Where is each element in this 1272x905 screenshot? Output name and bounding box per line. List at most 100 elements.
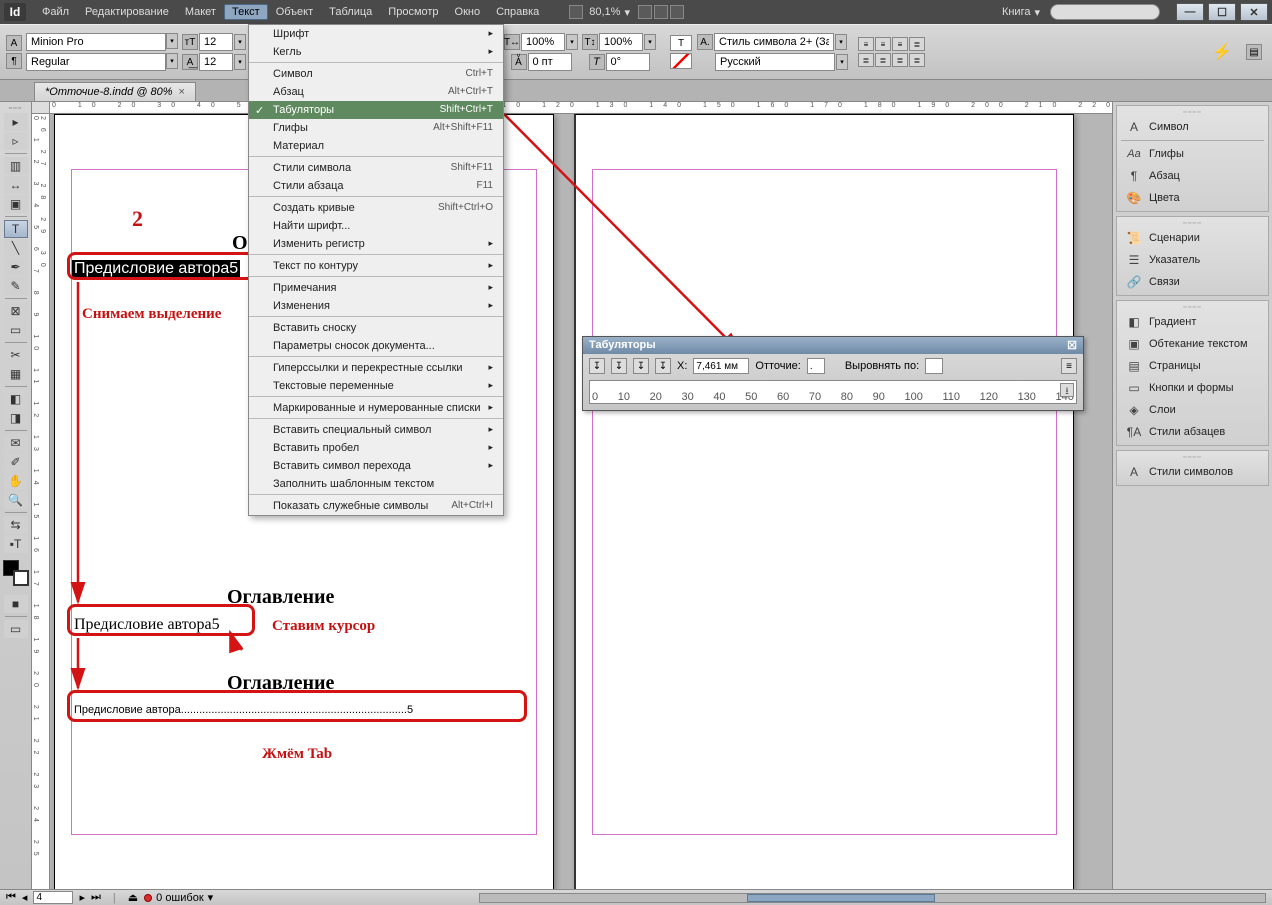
- rectangle-frame-tool[interactable]: ⊠: [4, 302, 28, 320]
- hscale-input[interactable]: [521, 33, 565, 51]
- panel-para-styles[interactable]: ¶AСтили абзацев: [1117, 421, 1268, 443]
- direct-selection-tool[interactable]: ▹: [4, 132, 28, 150]
- charstyle-input[interactable]: [714, 33, 834, 51]
- menu-insert-footnote[interactable]: Вставить сноску: [249, 319, 503, 337]
- menu-object[interactable]: Объект: [268, 4, 321, 20]
- type-tool[interactable]: T: [4, 220, 28, 238]
- menu-find-font[interactable]: Найти шрифт...: [249, 217, 503, 235]
- align-justify-button[interactable]: ≣: [909, 37, 925, 51]
- menu-window[interactable]: Окно: [447, 4, 489, 20]
- scrollbar-thumb[interactable]: [747, 894, 935, 902]
- menu-view[interactable]: Просмотр: [380, 4, 446, 20]
- menu-char-styles[interactable]: Стили символаShift+F11: [249, 159, 503, 177]
- fill-swatch[interactable]: T: [670, 35, 692, 51]
- menu-help[interactable]: Справка: [488, 4, 547, 20]
- align-justify-right-button[interactable]: ≣: [892, 53, 908, 67]
- menu-ins-break[interactable]: Вставить символ перехода▸: [249, 457, 503, 475]
- dropdown-arrow-icon[interactable]: ▾: [835, 34, 847, 50]
- menu-changes[interactable]: Изменения▸: [249, 297, 503, 317]
- font-style-input[interactable]: [26, 53, 166, 71]
- arrange-button[interactable]: [654, 5, 668, 19]
- open-button[interactable]: ⏏: [128, 891, 138, 904]
- tab-right-align-button[interactable]: ↧: [633, 358, 649, 374]
- vertical-ruler[interactable]: 0 1 2 3 4 5 6 7 8 9 10 11 12 13 14 15 16…: [32, 114, 50, 889]
- align-right-button[interactable]: ≡: [892, 37, 908, 51]
- panel-paragraph[interactable]: ¶Абзац: [1117, 165, 1268, 187]
- panel-colors[interactable]: 🎨Цвета: [1117, 187, 1268, 209]
- menu-notes[interactable]: Примечания▸: [249, 279, 503, 297]
- panel-grip[interactable]: ┉┉┉┉: [1117, 453, 1268, 461]
- page-nav-first[interactable]: ⏮: [6, 891, 16, 904]
- menu-fill-placeholder[interactable]: Заполнить шаблонным текстом: [249, 475, 503, 495]
- workspace-switcher[interactable]: Книга ▾: [1002, 6, 1040, 19]
- preflight-status[interactable]: 0 ошибок ▾: [144, 891, 213, 904]
- tabs-panel[interactable]: Табуляторы ☒ ↧ ↧ ↧ ↧ X: Отточие: Выровня…: [582, 336, 1084, 411]
- content-collector-tool[interactable]: ▣: [4, 195, 28, 213]
- leading-input[interactable]: [199, 53, 233, 71]
- tab-x-input[interactable]: [693, 358, 749, 374]
- lang-input[interactable]: [715, 53, 835, 71]
- close-icon[interactable]: ☒: [1067, 339, 1077, 352]
- stroke-swatch[interactable]: [670, 53, 692, 69]
- menu-text[interactable]: Текст: [224, 4, 268, 20]
- close-button[interactable]: ✕: [1240, 3, 1268, 21]
- zoom-display[interactable]: 80,1% ▾: [589, 6, 630, 19]
- para-format-icon[interactable]: ¶: [6, 53, 22, 69]
- menu-edit[interactable]: Редактирование: [77, 4, 177, 20]
- skew-input[interactable]: [606, 53, 650, 71]
- menu-on-path[interactable]: Текст по контуру▸: [249, 257, 503, 277]
- zoom-tool[interactable]: 🔍: [4, 491, 28, 509]
- page-nav-next[interactable]: ▸: [79, 891, 85, 904]
- selection-tool[interactable]: ▸: [4, 113, 28, 131]
- menu-table[interactable]: Таблица: [321, 4, 380, 20]
- scissors-tool[interactable]: ✂: [4, 346, 28, 364]
- panel-menu-icon[interactable]: ≡: [1061, 358, 1077, 374]
- panel-character[interactable]: AСимвол: [1117, 116, 1268, 138]
- panel-grip[interactable]: ┉┉┉┉: [1117, 108, 1268, 116]
- menu-layout[interactable]: Макет: [177, 4, 224, 20]
- screen-mode-button[interactable]: [638, 5, 652, 19]
- align-left-button[interactable]: ≡: [858, 37, 874, 51]
- dropdown-arrow-icon[interactable]: ▾: [166, 53, 178, 69]
- tabs-panel-title[interactable]: Табуляторы ☒: [583, 337, 1083, 354]
- gap-tool[interactable]: ↔: [4, 176, 28, 194]
- note-tool[interactable]: ✉: [4, 434, 28, 452]
- dropdown-arrow-icon[interactable]: ▾: [836, 54, 848, 70]
- snap-above-frame-button[interactable]: ⭳: [1060, 383, 1074, 397]
- dropdown-arrow-icon[interactable]: ▾: [234, 34, 246, 50]
- eyedropper-tool[interactable]: ✐: [4, 453, 28, 471]
- panel-grip[interactable]: ┉┉┉┉: [1117, 303, 1268, 311]
- fill-stroke-toggle[interactable]: ⇆: [4, 516, 28, 534]
- rectangle-tool[interactable]: ▭: [4, 321, 28, 339]
- quick-apply-icon[interactable]: ⚡: [929, 42, 1242, 62]
- horizontal-ruler[interactable]: 0 10 20 30 40 50 60 70 80 90 100 110 120…: [50, 102, 1112, 114]
- menu-ins-special[interactable]: Вставить специальный символ▸: [249, 421, 503, 439]
- menu-footnote-opts[interactable]: Параметры сносок документа...: [249, 337, 503, 357]
- panel-grip[interactable]: ┉┉┉: [2, 104, 30, 112]
- menu-font[interactable]: Шрифт▸: [249, 25, 503, 43]
- menu-hyperlinks[interactable]: Гиперссылки и перекрестные ссылки▸: [249, 359, 503, 377]
- panel-menu-icon[interactable]: ▤: [1246, 44, 1262, 60]
- panel-layers[interactable]: ◈Слои: [1117, 399, 1268, 421]
- align-justify-left-button[interactable]: ≣: [858, 53, 874, 67]
- tab-leader-input[interactable]: [807, 358, 825, 374]
- menu-textvars[interactable]: Текстовые переменные▸: [249, 377, 503, 397]
- baseline-input[interactable]: [528, 53, 572, 71]
- menu-outlines[interactable]: Создать кривыеShift+Ctrl+O: [249, 199, 503, 217]
- panel-pages[interactable]: ▤Страницы: [1117, 355, 1268, 377]
- panel-index[interactable]: ☰Указатель: [1117, 249, 1268, 271]
- menu-show-hidden[interactable]: Показать служебные символыAlt+Ctrl+I: [249, 497, 503, 515]
- screen-mode-tool[interactable]: ▭: [4, 620, 28, 638]
- panel-links[interactable]: 🔗Связи: [1117, 271, 1268, 293]
- dropdown-arrow-icon[interactable]: ▾: [566, 34, 578, 50]
- panel-char-styles[interactable]: AСтили символов: [1117, 461, 1268, 483]
- panel-scripts[interactable]: 📜Сценарии: [1117, 227, 1268, 249]
- page-nav-prev[interactable]: ◂: [22, 891, 28, 904]
- maximize-button[interactable]: ☐: [1208, 3, 1236, 21]
- menu-change-case[interactable]: Изменить регистр▸: [249, 235, 503, 255]
- page-nav-last[interactable]: ⏭: [91, 891, 101, 904]
- char-format-icon[interactable]: A: [6, 35, 22, 51]
- bridge-button[interactable]: [569, 5, 583, 19]
- menu-file[interactable]: Файл: [34, 4, 77, 20]
- menu-symbol[interactable]: СимволCtrl+T: [249, 65, 503, 83]
